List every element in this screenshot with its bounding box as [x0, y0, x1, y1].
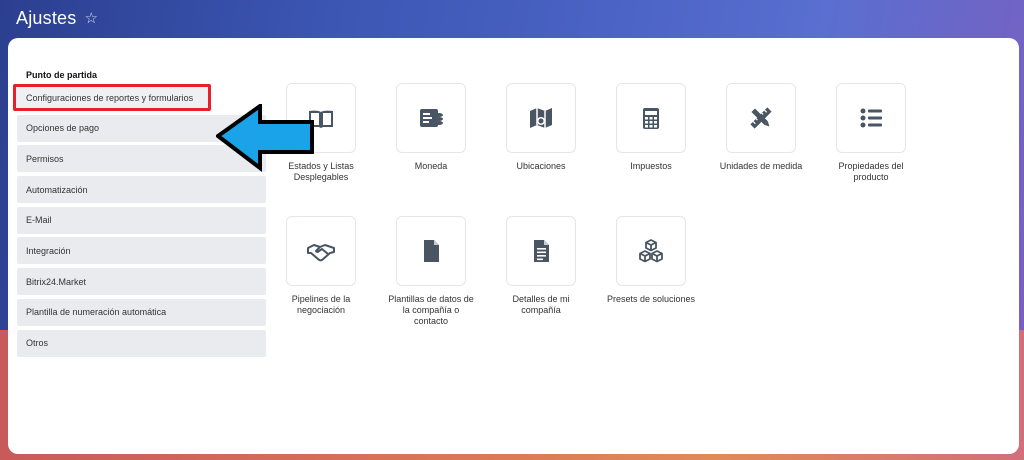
top-bar: Ajustes ☆	[0, 0, 1024, 36]
text-document-icon	[534, 240, 549, 262]
sidebar-item-label: Configuraciones de reportes y formulario…	[26, 92, 194, 103]
sidebar-item-numbering-template[interactable]: Plantilla de numeración automática	[17, 298, 266, 326]
tile-locations[interactable]: Ubicaciones	[496, 83, 586, 172]
tile-product-properties[interactable]: Propiedades del producto	[826, 83, 916, 183]
sidebar-item-others[interactable]: Otros	[17, 329, 266, 357]
tile-icon-box[interactable]	[836, 83, 906, 153]
sidebar-item-integration[interactable]: Integración	[17, 237, 266, 265]
tile-taxes[interactable]: Impuestos	[606, 83, 696, 172]
sidebar-item-automation[interactable]: Automatización	[17, 176, 266, 204]
tile-icon-box[interactable]	[396, 83, 466, 153]
list-icon	[860, 108, 882, 128]
sidebar-item-label: Integración	[26, 245, 71, 256]
sidebar-item-label: E-Mail	[26, 215, 52, 226]
page-title: Ajustes	[16, 7, 77, 28]
sidebar-item-market[interactable]: Bitrix24.Market	[17, 268, 266, 296]
sidebar-item-email[interactable]: E-Mail	[17, 206, 266, 234]
cubes-icon	[639, 239, 663, 263]
sidebar-heading[interactable]: Punto de partida	[17, 66, 266, 84]
tile-label: Ubicaciones	[516, 161, 566, 171]
document-icon	[424, 240, 439, 262]
tile-units[interactable]: Unidades de medida	[716, 83, 806, 172]
handshake-icon	[307, 244, 335, 262]
tile-solution-presets[interactable]: Presets de soluciones	[606, 216, 696, 305]
ruler-pencil-icon	[750, 107, 772, 129]
calculator-icon	[643, 108, 659, 129]
tile-label: Propiedades del producto	[838, 161, 904, 182]
tile-data-templates[interactable]: Plantillas de datos de la compañía o con…	[386, 216, 476, 327]
tile-label: Detalles de mi compañía	[512, 294, 570, 315]
tile-label: Unidades de medida	[719, 161, 803, 171]
sidebar-item-label: Bitrix24.Market	[26, 276, 87, 287]
star-icon[interactable]: ☆	[84, 9, 97, 27]
map-icon	[530, 108, 552, 128]
settings-panel: Punto de partida Configuraciones de repo…	[8, 38, 1019, 454]
tile-icon-box[interactable]	[726, 83, 796, 153]
tile-label: Pipelines de la negociación	[291, 294, 351, 315]
tile-label: Moneda	[414, 161, 448, 171]
sidebar-item-label: Plantilla de numeración automática	[26, 307, 167, 318]
annotation-arrow-icon	[216, 104, 314, 173]
tile-icon-box[interactable]	[506, 216, 576, 286]
sidebar-item-report-form-settings[interactable]: Configuraciones de reportes y formulario…	[13, 84, 211, 111]
sidebar-item-label: Permisos	[26, 153, 64, 164]
currency-icon	[420, 109, 443, 127]
tile-icon-box[interactable]	[616, 216, 686, 286]
tile-currency[interactable]: Moneda	[386, 83, 476, 172]
tile-label: Impuestos	[630, 161, 672, 171]
tile-icon-box[interactable]	[506, 83, 576, 153]
sidebar-item-label: Otros	[26, 338, 49, 348]
tile-icon-box[interactable]	[396, 216, 466, 286]
sidebar-item-label: Automatización	[26, 184, 88, 195]
tile-pipelines[interactable]: Pipelines de la negociación	[276, 216, 366, 316]
tile-label: Presets de soluciones	[606, 294, 696, 304]
sidebar-item-label: Opciones de pago	[26, 123, 100, 134]
tile-icon-box[interactable]	[286, 216, 356, 286]
tile-label: Plantillas de datos de la compañía o con…	[388, 294, 474, 326]
tile-company-details[interactable]: Detalles de mi compañía	[496, 216, 586, 316]
tile-icon-box[interactable]	[616, 83, 686, 153]
